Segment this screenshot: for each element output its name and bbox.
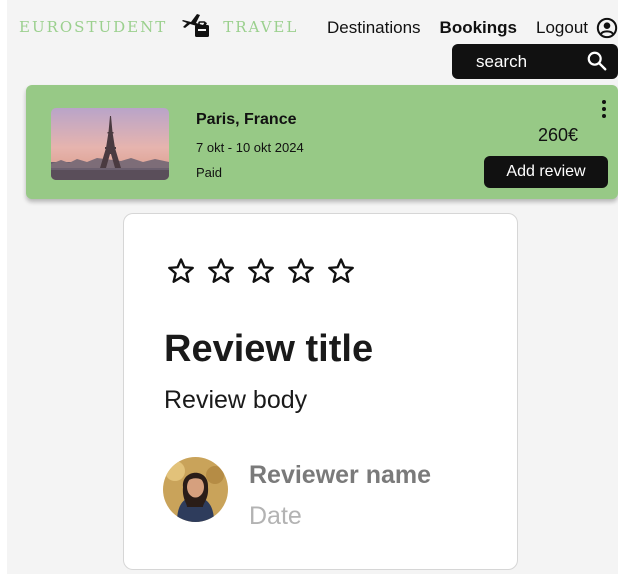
search-input[interactable] [476,51,586,72]
booking-title: Paris, France [196,111,297,128]
eiffel-tower-photo [51,108,169,180]
search-box[interactable] [452,44,618,79]
kebab-menu-icon[interactable] [600,99,608,121]
booking-price: 260€ [537,125,578,145]
review-title: Review title [164,328,374,370]
brand-text-right: TRAVEL [223,18,299,36]
reviewer-name: Reviewer name [249,461,432,489]
booking-status: Paid [196,165,223,180]
brand-logo[interactable]: EUROSTUDENT TRAVEL [19,14,299,38]
plane-luggage-icon [181,11,211,39]
review-body: Review body [164,386,308,414]
booking-card: Paris, France 7 okt - 10 okt 2024 Paid 2… [26,85,618,199]
nav-destinations[interactable]: Destinations [327,18,421,38]
review-card: Review title Review body Reviewer name D… [123,213,518,570]
nav-bookings[interactable]: Bookings [440,18,517,38]
app-frame: EUROSTUDENT TRAVEL Destinations Bookings… [7,0,618,574]
nav-logout[interactable]: Logout [536,18,588,38]
star-outline-icon[interactable] [244,256,278,286]
star-rating[interactable] [164,256,364,286]
add-review-button[interactable]: Add review [484,156,608,188]
booking-dates: 7 okt - 10 okt 2024 [196,140,304,155]
search-icon[interactable] [586,50,608,72]
star-outline-icon[interactable] [204,256,238,286]
star-outline-icon[interactable] [284,256,318,286]
main-nav: Destinations Bookings Logout [308,17,618,39]
user-circle-icon[interactable] [596,17,618,39]
star-outline-icon[interactable] [164,256,198,286]
reviewer-avatar [163,457,228,522]
star-outline-icon[interactable] [324,256,358,286]
brand-text-left: EUROSTUDENT [19,18,168,36]
review-date: Date [249,502,302,530]
